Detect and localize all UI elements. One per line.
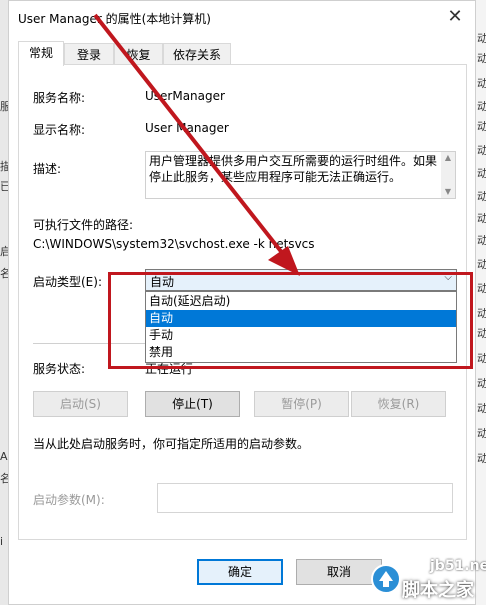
annotation-highlight-box	[108, 272, 473, 369]
scroll-up-icon[interactable]: ▲	[441, 152, 455, 164]
background-window-left: 服 描 已 启 名 A 名 i	[0, 0, 11, 605]
display-name-value[interactable]: User Manager	[145, 121, 229, 135]
bg-text: 动	[477, 258, 486, 271]
tab-recovery[interactable]: 恢复	[114, 43, 163, 65]
bg-text: 动	[477, 377, 486, 390]
bg-text: 动	[477, 120, 486, 133]
site-logo-icon	[371, 564, 401, 594]
description-text: 用户管理器提供多用户交互所需要的运行时组件。如果停止此服务，某些应用程序可能无法…	[149, 154, 438, 184]
bg-text: 动	[477, 32, 486, 45]
service-name-value: UserManager	[145, 89, 225, 103]
start-button[interactable]: 启动(S)	[33, 391, 128, 417]
start-params-hint: 当从此处启动服务时，你可指定所适用的启动参数。	[33, 437, 310, 451]
description-label: 描述:	[33, 162, 62, 176]
bg-text: 动	[477, 144, 486, 157]
bg-text: 动	[477, 190, 486, 203]
bg-text: 动	[477, 402, 486, 415]
description-box[interactable]: 用户管理器提供多用户交互所需要的运行时组件。如果停止此服务，某些应用程序可能无法…	[145, 151, 456, 199]
tab-dependencies[interactable]: 依存关系	[163, 43, 231, 65]
bg-text: 动	[477, 100, 486, 113]
pause-button[interactable]: 暂停(P)	[254, 391, 349, 417]
display-name-label: 显示名称:	[33, 123, 86, 137]
bg-text: 动	[477, 282, 486, 295]
bg-text: 动	[477, 427, 486, 440]
exec-path-label: 可执行文件的路径:	[33, 218, 134, 232]
bg-text: 动	[477, 212, 486, 225]
resume-button[interactable]: 恢复(R)	[351, 391, 446, 417]
description-scrollbar[interactable]: ▲ ▼	[441, 152, 455, 198]
service-name-label: 服务名称:	[33, 91, 86, 105]
bg-text: 动	[477, 307, 486, 320]
exec-path-value: C:\WINDOWS\system32\svchost.exe -k netsv…	[33, 237, 315, 251]
bg-text: 动	[477, 327, 486, 340]
ok-button[interactable]: 确定	[197, 559, 283, 585]
bg-text: 动	[477, 167, 486, 180]
start-params-input[interactable]	[157, 483, 453, 513]
bg-text: 动	[477, 77, 486, 90]
tab-logon[interactable]: 登录	[64, 43, 114, 65]
startup-type-label: 启动类型(E):	[33, 275, 102, 289]
watermark-site: jb51.net	[430, 558, 486, 574]
service-status-label: 服务状态:	[33, 362, 86, 376]
scroll-down-icon[interactable]: ▼	[441, 186, 455, 198]
title-bar: User Manager 的属性(本地计算机) ✕	[9, 1, 475, 35]
bg-text: 动	[477, 52, 486, 65]
stop-button[interactable]: 停止(T)	[145, 391, 240, 417]
tab-general[interactable]: 常规	[18, 41, 64, 66]
bg-text: 动	[477, 452, 486, 465]
bg-text: 动	[477, 234, 486, 247]
bg-text: A	[0, 450, 8, 463]
bg-text: i	[0, 535, 4, 548]
close-icon[interactable]: ✕	[443, 5, 467, 29]
dialog-title: User Manager 的属性(本地计算机)	[18, 12, 211, 26]
watermark-name: 脚本之家	[402, 580, 474, 601]
bg-text: 动	[477, 352, 486, 365]
start-params-label: 启动参数(M):	[33, 493, 105, 507]
